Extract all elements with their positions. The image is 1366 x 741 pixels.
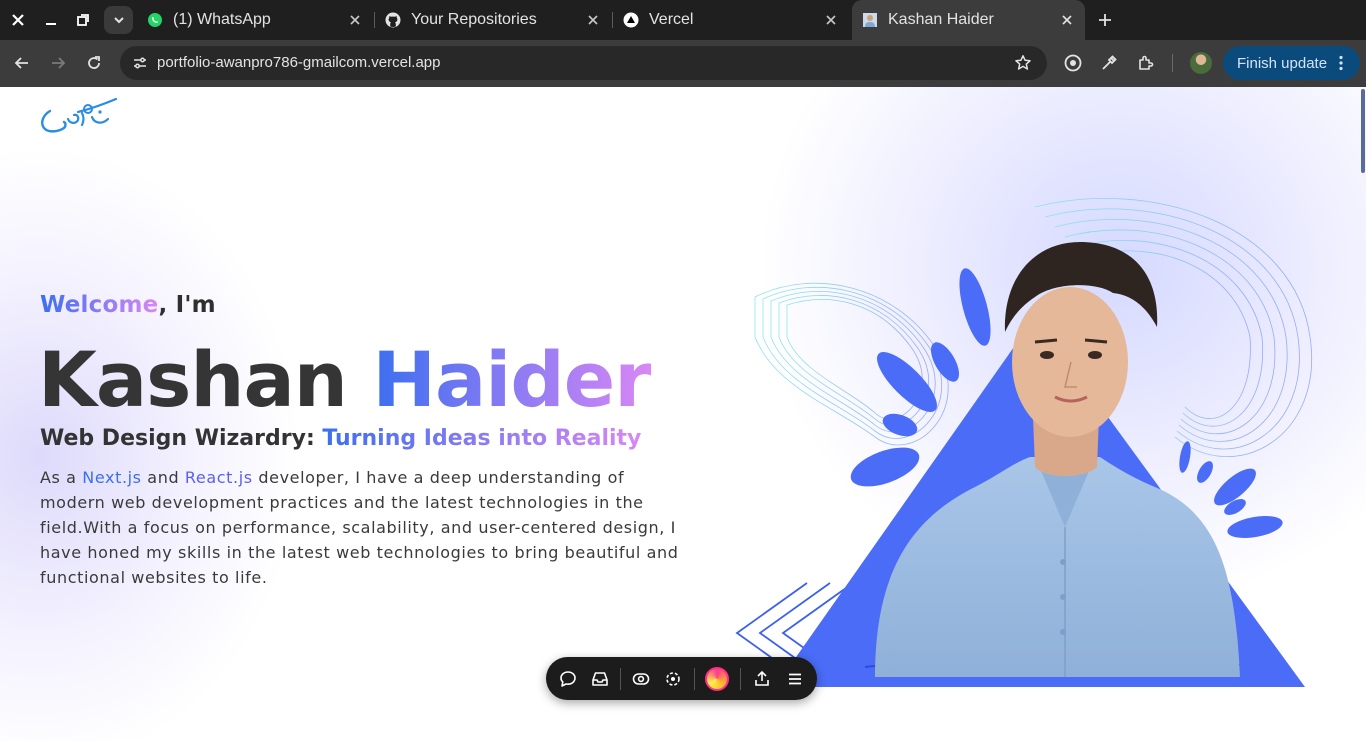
whatsapp-icon xyxy=(147,12,163,28)
vercel-icon xyxy=(623,12,639,28)
scrollbar-thumb[interactable] xyxy=(1361,89,1365,173)
welcome-heading: Welcome, I'm xyxy=(40,292,216,318)
tab-title: Your Repositories xyxy=(411,11,537,28)
forward-button[interactable] xyxy=(46,51,70,75)
hero-illustration xyxy=(735,198,1312,687)
site-settings-icon[interactable] xyxy=(130,53,150,73)
reactjs-highlight: React.js xyxy=(184,468,253,487)
extension-record-icon[interactable] xyxy=(1062,52,1084,74)
back-button[interactable] xyxy=(10,51,34,75)
tab-title: (1) WhatsApp xyxy=(173,11,271,28)
color-picker-swatch[interactable] xyxy=(705,667,729,691)
welcome-highlight: Welcome xyxy=(40,292,159,318)
inspect-target-icon[interactable] xyxy=(662,668,684,690)
address-bar[interactable]: portfolio-awanpro786-gmailcom.vercel.app xyxy=(120,46,1047,80)
new-tab-button[interactable] xyxy=(1094,9,1116,31)
hero-bio: As a Next.js and React.js developer, I h… xyxy=(40,465,680,590)
nextjs-highlight: Next.js xyxy=(82,468,142,487)
tab-vercel[interactable]: Vercel xyxy=(613,0,849,40)
restore-window-icon[interactable] xyxy=(71,8,95,32)
plus-icon xyxy=(1099,14,1111,26)
tab-search-dropdown[interactable] xyxy=(104,6,133,34)
floating-toolbar xyxy=(546,657,817,700)
arrow-right-icon xyxy=(52,57,66,69)
share-upload-icon[interactable] xyxy=(751,668,773,690)
preview-eye-icon[interactable] xyxy=(630,668,652,690)
chevron-down-icon xyxy=(113,17,124,24)
close-tab-icon[interactable] xyxy=(585,12,601,28)
extensions-puzzle-icon[interactable] xyxy=(1135,52,1157,74)
bio-text: As a xyxy=(40,468,83,487)
page-scrollbar[interactable] xyxy=(1360,87,1366,741)
tagline-highlight: Turning Ideas into Reality xyxy=(322,426,642,451)
tab-title: Vercel xyxy=(649,11,694,28)
toolbar-divider xyxy=(1172,54,1173,72)
tab-strip: (1) WhatsApp Your Repositories Vercel Ka… xyxy=(0,0,1366,40)
site-logo[interactable] xyxy=(38,95,122,139)
reload-button[interactable] xyxy=(82,51,106,75)
comment-icon[interactable] xyxy=(557,668,579,690)
tab-github[interactable]: Your Repositories xyxy=(375,0,611,40)
github-icon xyxy=(385,12,401,28)
url-text: portfolio-awanpro786-gmailcom.vercel.app xyxy=(157,54,441,71)
browser-toolbar: portfolio-awanpro786-gmailcom.vercel.app… xyxy=(0,40,1366,87)
more-vert-icon[interactable] xyxy=(1332,54,1350,72)
close-tab-icon[interactable] xyxy=(347,12,363,28)
hero-tagline: Web Design Wizardry: Turning Ideas into … xyxy=(40,426,641,451)
tab-kashan-haider[interactable]: Kashan Haider xyxy=(852,0,1085,40)
close-tab-icon[interactable] xyxy=(1059,12,1075,28)
profile-avatar[interactable] xyxy=(1190,52,1212,74)
bio-text: and xyxy=(141,468,185,487)
hero-name: Kashan Haider xyxy=(38,335,652,424)
avatar-icon xyxy=(862,12,878,28)
tagline-plain: Web Design Wizardry: xyxy=(40,426,315,451)
close-window-icon[interactable] xyxy=(6,8,30,32)
finish-update-button[interactable]: Finish update xyxy=(1223,46,1360,80)
inbox-icon[interactable] xyxy=(589,668,611,690)
toolbar-divider xyxy=(620,668,621,690)
portfolio-page: Welcome, I'm Kashan Haider Web Design Wi… xyxy=(0,87,1366,741)
arrow-left-icon xyxy=(14,57,28,69)
finish-update-label: Finish update xyxy=(1237,54,1328,72)
minimize-window-icon[interactable] xyxy=(39,8,63,32)
first-name: Kashan xyxy=(38,335,348,424)
welcome-rest: , I'm xyxy=(158,292,216,318)
toolbar-divider xyxy=(694,668,695,690)
bookmark-star-icon[interactable] xyxy=(1013,53,1033,73)
close-tab-icon[interactable] xyxy=(823,12,839,28)
menu-icon[interactable] xyxy=(784,668,806,690)
toolbar-divider xyxy=(740,668,741,690)
tab-whatsapp[interactable]: (1) WhatsApp xyxy=(137,0,373,40)
last-name: Haider xyxy=(372,335,651,424)
reload-icon xyxy=(88,56,100,69)
tab-title: Kashan Haider xyxy=(888,11,994,28)
eyedropper-icon[interactable] xyxy=(1098,52,1120,74)
